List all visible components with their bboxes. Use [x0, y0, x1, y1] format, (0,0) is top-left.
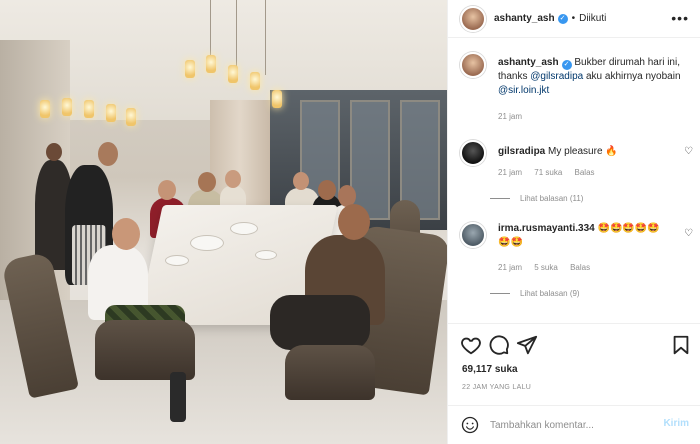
chandelier-light — [206, 55, 216, 73]
comment-item: gilsradipa My pleasure 🔥 ♡ 21 jam 71 suk… — [460, 140, 695, 205]
emoji-icon[interactable] — [461, 416, 479, 434]
avatar[interactable] — [460, 5, 486, 32]
person-legs — [270, 295, 370, 350]
post-actions: 69,117 suka 22 JAM YANG LALU — [448, 323, 700, 413]
person-head — [225, 170, 241, 188]
person-head — [293, 172, 309, 190]
chandelier-light — [106, 104, 116, 122]
comment-text: irma.rusmayanti.334 🤩🤩🤩🤩🤩🤩🤩 — [498, 222, 663, 250]
caption-mention[interactable]: @sir.loin.jkt — [498, 85, 549, 96]
avatar[interactable] — [460, 222, 486, 248]
verified-badge-icon: ✓ — [557, 13, 568, 24]
comments-list[interactable]: ashanty_ash ✓ Bukber dirumah hari ini, th… — [448, 38, 700, 323]
reply-button[interactable]: Balas — [575, 168, 595, 177]
avatar[interactable] — [460, 52, 486, 78]
view-replies-button[interactable]: Lihat balasan (11) — [520, 194, 583, 203]
person-head — [338, 204, 370, 240]
food-plate — [165, 255, 189, 266]
chandelier-light — [62, 98, 72, 116]
comment-icon[interactable] — [488, 334, 510, 356]
comment-body: My pleasure 🔥 — [548, 146, 618, 157]
comment-username[interactable]: gilsradipa — [498, 146, 545, 157]
caption-body-2: aku akhirnya nyobain — [583, 71, 681, 82]
food-plate — [230, 222, 258, 235]
reply-button[interactable]: Balas — [570, 263, 590, 272]
comment-time[interactable]: 21 jam — [498, 168, 522, 177]
verified-badge-icon: ✓ — [561, 60, 572, 70]
comment-input[interactable] — [490, 416, 650, 434]
follow-status-button[interactable]: Diikuti — [579, 13, 606, 24]
heart-icon[interactable]: ♡ — [684, 228, 693, 239]
post-photo[interactable] — [0, 0, 447, 444]
chandelier-light — [185, 60, 195, 78]
food-plate — [190, 235, 224, 251]
person-head — [198, 172, 216, 192]
comment-item: irma.rusmayanti.334 🤩🤩🤩🤩🤩🤩🤩 ♡ 21 jam 5 s… — [460, 222, 695, 302]
comment-meta: 21 jam 5 suka Balas — [498, 263, 600, 272]
caption-username[interactable]: ashanty_ash — [498, 57, 559, 68]
caption-text: ashanty_ash ✓ Bukber dirumah hari ini, th… — [498, 56, 698, 98]
heart-icon[interactable]: ♡ — [684, 146, 693, 157]
comment-likes[interactable]: 71 suka — [534, 168, 562, 177]
person-head — [46, 143, 62, 161]
bottle — [170, 372, 186, 422]
dining-chair — [95, 320, 195, 380]
person-head — [158, 180, 176, 200]
chandelier-light — [40, 100, 50, 118]
more-options-icon[interactable]: ••• — [671, 10, 689, 26]
comment-username[interactable]: irma.rusmayanti.334 — [498, 223, 595, 234]
caption-meta: 21 jam — [498, 112, 532, 121]
comment-text: gilsradipa My pleasure 🔥 — [498, 145, 618, 159]
header-separator: • — [571, 13, 576, 24]
like-count[interactable]: 69,117 suka — [462, 364, 518, 375]
person-head — [112, 218, 140, 250]
person-head — [98, 142, 118, 166]
chandelier-wire — [236, 0, 237, 70]
caption-mention[interactable]: @gilsradipa — [530, 71, 583, 82]
person-head — [318, 180, 336, 200]
view-replies-button[interactable]: Lihat balasan (9) — [520, 289, 580, 298]
post-timestamp[interactable]: 22 JAM YANG LALU — [462, 384, 531, 391]
caption: ashanty_ash ✓ Bukber dirumah hari ini, th… — [460, 52, 695, 122]
avatar[interactable] — [460, 140, 486, 166]
dining-chair — [285, 345, 375, 400]
comment-likes[interactable]: 5 suka — [534, 263, 558, 272]
food-plate — [255, 250, 277, 260]
chandelier-light — [126, 108, 136, 126]
chandelier-light — [84, 100, 94, 118]
chandelier-light — [250, 72, 260, 90]
post-side-panel: ashanty_ash ✓ • Diikuti ••• ashanty_ash ✓… — [447, 0, 700, 444]
comment-time[interactable]: 21 jam — [498, 263, 522, 272]
photo-window-pane — [350, 100, 390, 220]
heart-icon[interactable] — [460, 334, 482, 356]
post-header: ashanty_ash ✓ • Diikuti ••• — [448, 0, 700, 38]
header-username[interactable]: ashanty_ash — [494, 13, 555, 24]
chandelier-light — [228, 65, 238, 83]
share-icon[interactable] — [516, 334, 538, 356]
bookmark-icon[interactable] — [670, 334, 692, 356]
chandelier-wire — [210, 0, 211, 60]
comment-meta: 21 jam 71 suka Balas — [498, 168, 605, 177]
chandelier-wire — [265, 0, 266, 75]
comment-composer: Kirim — [448, 405, 700, 444]
post-comment-button[interactable]: Kirim — [663, 418, 689, 429]
caption-time[interactable]: 21 jam — [498, 112, 522, 121]
chandelier-light — [272, 90, 282, 108]
instagram-post: ashanty_ash ✓ • Diikuti ••• ashanty_ash ✓… — [0, 0, 700, 444]
